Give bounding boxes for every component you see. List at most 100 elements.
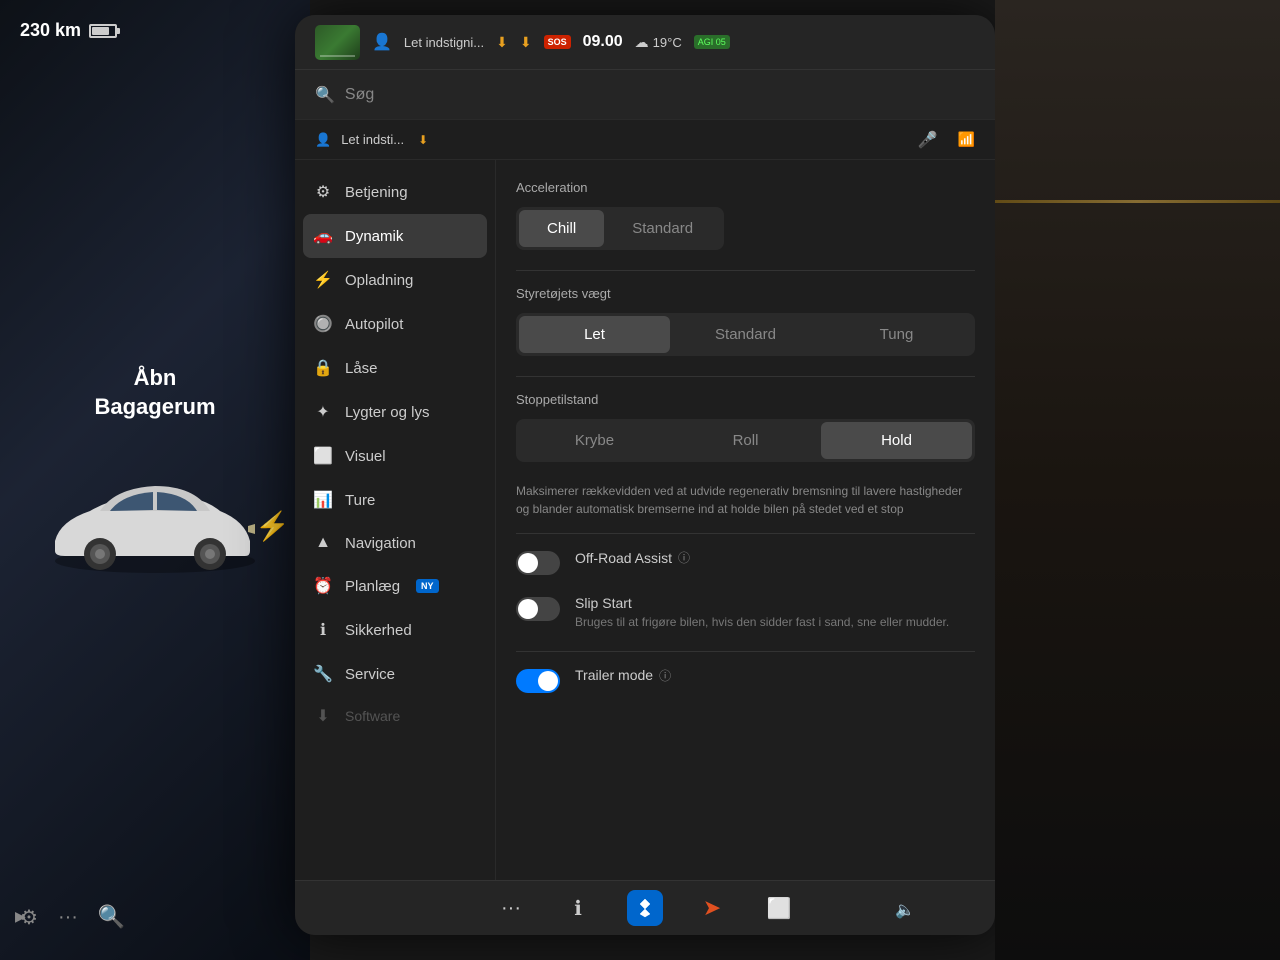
trailer-info-icon[interactable]: ⓘ [659, 667, 671, 684]
apps-taskbar-icon: ⬜ [767, 896, 792, 921]
off-road-info-icon[interactable]: ⓘ [678, 549, 690, 566]
visuel-label: Visuel [345, 448, 386, 465]
sidebar-item-service[interactable]: 🔧 Service [295, 652, 495, 696]
tung-button[interactable]: Tung [821, 316, 972, 353]
person-icon-2: 👤 [315, 132, 331, 148]
planlaeg-label: Planlæg [345, 578, 400, 595]
slip-start-row: Slip Start Bruges til at frigøre bilen, … [516, 595, 975, 631]
navigation-icon: ▲ [313, 534, 333, 552]
stop-mode-label: Stoppetilstand [516, 392, 975, 407]
sidebar-item-sikkerhed[interactable]: ℹ Sikkerhed [295, 608, 495, 652]
charging-indicator: ⚡ [255, 510, 290, 543]
sidebar-item-software[interactable]: ⬇ Software [295, 696, 495, 736]
hold-button[interactable]: Hold [821, 422, 972, 459]
acceleration-section: Acceleration Chill Standard [516, 180, 975, 250]
sidebar-item-navigation[interactable]: ▲ Navigation [295, 522, 495, 564]
sos-badge: SOS [544, 35, 571, 49]
range-display: 230 km [20, 20, 117, 41]
autopilot-icon: 🔘 [313, 314, 333, 334]
slip-start-toggle[interactable] [516, 597, 560, 621]
autopilot-label: Autopilot [345, 316, 403, 333]
slip-start-desc: Bruges til at frigøre bilen, hvis den si… [575, 614, 975, 631]
stop-mode-description: Maksimerer rækkevidden ved at udvide reg… [516, 482, 975, 518]
divider-1 [516, 270, 975, 271]
time-display: 09.00 [583, 33, 623, 51]
search-bar[interactable]: 🔍 Søg [295, 70, 995, 120]
sidebar-item-visuel[interactable]: ⬜ Visuel [295, 434, 495, 478]
more-taskbar-icon: ··· [501, 897, 521, 920]
car-panel: 230 km Åbn Bagagerum [0, 0, 310, 960]
sidebar-item-autopilot[interactable]: 🔘 Autopilot [295, 302, 495, 346]
map-thumbnail [315, 25, 360, 60]
driver-label-2: Let indsti... [341, 132, 404, 147]
planlaeg-icon: ⏰ [313, 576, 333, 596]
tablet-screen: 👤 Let indstigni... ⬇ ⬇ SOS 09.00 ☁ 19°C … [295, 15, 995, 935]
arrow-icon: ⬇ [418, 133, 428, 147]
dynamik-icon: 🚗 [313, 226, 333, 246]
sidebar-item-planlaeg[interactable]: ⏰ Planlæg NY [295, 564, 495, 608]
sikkerhed-label: Sikkerhed [345, 622, 412, 639]
off-road-title: Off-Road Assist ⓘ [575, 549, 975, 566]
krybe-button[interactable]: Krybe [519, 422, 670, 459]
mic-icon[interactable]: 🎤 [918, 130, 938, 150]
info-taskbar-item[interactable]: ℹ [557, 887, 599, 929]
sidebar-item-lygter[interactable]: ✦ Lygter og lys [295, 390, 495, 434]
standard-accel-button[interactable]: Standard [604, 210, 721, 247]
search-icon: 🔍 [315, 85, 335, 105]
person-icon: 👤 [372, 32, 392, 52]
secondary-bar: 👤 Let indsti... ⬇ 🎤 📶 [295, 120, 995, 160]
sidebar-item-betjening[interactable]: ⚙ Betjening [295, 170, 495, 214]
trailer-mode-row: Trailer mode ⓘ [516, 667, 975, 693]
play-button[interactable]: ▶ [15, 908, 26, 925]
open-trunk-label[interactable]: Åbn Bagagerum [94, 364, 215, 421]
sidebar-item-laase[interactable]: 🔒 Låse [295, 346, 495, 390]
apps-taskbar-item[interactable]: ⬜ [758, 887, 800, 929]
lygter-label: Lygter og lys [345, 404, 430, 421]
sidebar-item-opladning[interactable]: ⚡ Opladning [295, 258, 495, 302]
divider-2 [516, 376, 975, 377]
ture-label: Ture [345, 492, 375, 509]
trailer-mode-labels: Trailer mode ⓘ [575, 667, 975, 684]
status-bar: 👤 Let indstigni... ⬇ ⬇ SOS 09.00 ☁ 19°C … [295, 15, 995, 70]
let-button[interactable]: Let [519, 316, 670, 353]
steering-options: Let Standard Tung [516, 313, 975, 356]
divider-3 [516, 533, 975, 534]
steering-label: Styretøjets vægt [516, 286, 975, 301]
nav-taskbar-item[interactable]: ➤ [691, 887, 733, 929]
visuel-icon: ⬜ [313, 446, 333, 466]
bluetooth-icon [627, 890, 663, 926]
opladning-icon: ⚡ [313, 270, 333, 290]
search-placeholder: Søg [345, 86, 374, 104]
more-icon[interactable]: ··· [58, 906, 78, 929]
off-road-toggle[interactable] [516, 551, 560, 575]
volume-icon[interactable]: 🔈 [895, 900, 915, 920]
sidebar-item-dynamik[interactable]: 🚗 Dynamik [303, 214, 487, 258]
laase-icon: 🔒 [313, 358, 333, 378]
betjening-icon: ⚙ [313, 182, 333, 202]
lygter-icon: ✦ [313, 402, 333, 422]
trailer-mode-toggle[interactable] [516, 669, 560, 693]
search-bottom-icon[interactable]: 🔍 [98, 904, 125, 930]
off-road-labels: Off-Road Assist ⓘ [575, 549, 975, 566]
sidebar-item-ture[interactable]: 📊 Ture [295, 478, 495, 522]
bluetooth-taskbar-item[interactable] [624, 887, 666, 929]
chill-button[interactable]: Chill [519, 210, 604, 247]
standard-steering-button[interactable]: Standard [670, 316, 821, 353]
divider-4 [516, 651, 975, 652]
nav-taskbar-icon: ➤ [703, 895, 721, 921]
new-badge: NY [416, 579, 439, 593]
cloud-icon: ☁ [635, 34, 649, 51]
acceleration-options: Chill Standard [516, 207, 724, 250]
roll-button[interactable]: Roll [670, 422, 821, 459]
software-label: Software [345, 708, 400, 724]
download-icon-2: ⬇ [520, 34, 532, 51]
laase-label: Låse [345, 360, 378, 377]
steering-section: Styretøjets vægt Let Standard Tung [516, 286, 975, 356]
settings-panel: Acceleration Chill Standard Styretøjets … [495, 160, 995, 880]
wood-trim [995, 200, 1280, 203]
software-icon: ⬇ [313, 706, 333, 726]
more-taskbar-item[interactable]: ··· [490, 887, 532, 929]
car-illustration: ⚡ [35, 456, 275, 596]
info-taskbar-icon: ℹ [574, 896, 582, 921]
stop-mode-options: Krybe Roll Hold [516, 419, 975, 462]
